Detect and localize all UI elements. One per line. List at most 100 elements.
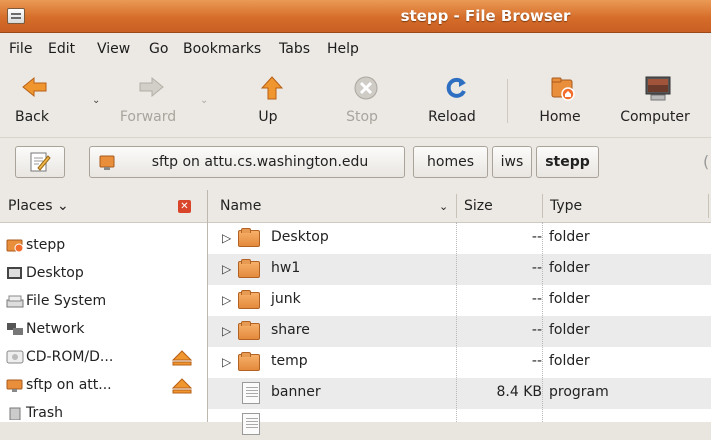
menu-bar: File Edit View Go Bookmarks Tabs Help	[0, 33, 711, 65]
up-button[interactable]: Up	[248, 75, 288, 125]
menu-go[interactable]: Go	[149, 41, 168, 57]
places-dropdown[interactable]: Places ⌄	[8, 198, 69, 214]
home-folder-icon	[551, 77, 575, 101]
expander-icon[interactable]: ▷	[222, 262, 231, 276]
document-icon	[242, 413, 260, 435]
file-name: Desktop	[271, 229, 329, 245]
sidebar-item-label: CD-ROM/D...	[26, 349, 114, 365]
file-name: hw1	[271, 260, 301, 276]
sidebar-header: Places ⌄ ✕	[0, 190, 207, 223]
breadcrumb-iws[interactable]: iws	[492, 146, 532, 178]
sidebar-item-trash[interactable]: Trash	[6, 402, 206, 426]
menu-help[interactable]: Help	[327, 41, 359, 57]
sidebar-item-label: Trash	[26, 405, 63, 421]
forward-label: Forward	[119, 109, 177, 125]
breadcrumb-homes[interactable]: homes	[413, 146, 488, 178]
up-label: Up	[258, 109, 278, 125]
file-size: --	[531, 322, 542, 338]
file-name: share	[271, 322, 310, 338]
breadcrumb-homes-label: homes	[427, 154, 474, 170]
column-header-row: Name ⌄ Size Type	[208, 190, 711, 223]
menu-bookmarks[interactable]: Bookmarks	[183, 41, 261, 57]
table-row[interactable]: ▷ temp -- folder	[208, 347, 711, 378]
computer-icon	[645, 76, 670, 101]
toggle-location-entry-button[interactable]	[15, 146, 65, 178]
sidebar-item-sftp[interactable]: sftp on att...	[6, 374, 206, 398]
expander-icon[interactable]: ▷	[222, 293, 231, 307]
window-title: stepp - File Browser	[400, 7, 571, 25]
menu-file[interactable]: File	[9, 41, 32, 57]
trash-icon	[9, 407, 21, 420]
folder-icon	[238, 321, 260, 340]
file-type: folder	[549, 260, 590, 276]
breadcrumb-root-label: sftp on attu.cs.washington.edu	[151, 154, 369, 170]
sidebar-item-stepp[interactable]: stepp	[6, 234, 206, 258]
sort-chevron-icon: ⌄	[439, 200, 449, 213]
stop-label: Stop	[346, 109, 378, 125]
menu-view[interactable]: View	[97, 41, 130, 57]
stop-button[interactable]: Stop	[342, 75, 382, 125]
column-guide	[456, 222, 457, 422]
sidebar: Places ⌄ ✕ stepp Desktop File System Net…	[0, 190, 208, 422]
close-sidebar-icon[interactable]: ✕	[178, 200, 191, 213]
chevron-down-icon: ⌄	[56, 198, 69, 214]
table-row[interactable]	[208, 409, 711, 440]
reload-label: Reload	[428, 109, 476, 125]
column-divider	[542, 194, 543, 218]
file-name: banner	[271, 384, 321, 400]
reload-icon	[446, 77, 466, 98]
sidebar-item-network[interactable]: Network	[6, 318, 206, 342]
file-size: --	[531, 291, 542, 307]
forward-arrow-icon	[139, 76, 164, 98]
column-type[interactable]: Type	[550, 198, 582, 214]
table-row[interactable]: ▷ hw1 -- folder	[208, 254, 711, 285]
forward-history-dropdown[interactable]: ⌄	[200, 95, 208, 106]
folder-icon	[238, 352, 260, 371]
table-row[interactable]: ▷ junk -- folder	[208, 285, 711, 316]
back-arrow-icon	[22, 76, 47, 98]
expander-icon[interactable]: ▷	[222, 231, 231, 245]
file-size: --	[531, 229, 542, 245]
file-name: temp	[271, 353, 308, 369]
home-button[interactable]: Home	[539, 75, 581, 125]
sidebar-item-label: sftp on att...	[26, 377, 112, 393]
eject-icon[interactable]	[171, 349, 193, 367]
column-divider	[456, 194, 457, 218]
expander-icon[interactable]: ▷	[222, 324, 231, 338]
column-guide	[542, 222, 543, 422]
forward-button[interactable]: Forward	[120, 75, 176, 125]
breadcrumb-root[interactable]: sftp on attu.cs.washington.edu	[89, 146, 405, 178]
document-icon	[242, 382, 260, 404]
menu-tabs[interactable]: Tabs	[279, 41, 310, 57]
location-bar: sftp on attu.cs.washington.edu homes iws…	[0, 138, 711, 190]
back-history-dropdown[interactable]: ⌄	[92, 95, 100, 106]
breadcrumb-stepp[interactable]: stepp	[536, 146, 599, 178]
zoom-icon[interactable]: (	[703, 152, 709, 171]
sidebar-item-file-system[interactable]: File System	[6, 290, 206, 314]
expander-icon[interactable]: ▷	[222, 355, 231, 369]
folder-icon	[238, 290, 260, 309]
sidebar-item-desktop[interactable]: Desktop	[6, 262, 206, 286]
reload-button[interactable]: Reload	[428, 75, 476, 125]
folder-icon	[238, 259, 260, 278]
computer-label: Computer	[620, 109, 690, 125]
table-row[interactable]: ▷ share -- folder	[208, 316, 711, 347]
back-button[interactable]: Back	[12, 75, 52, 125]
back-label: Back	[15, 109, 49, 125]
computer-button[interactable]: Computer	[620, 75, 690, 125]
eject-icon[interactable]	[171, 377, 193, 395]
sidebar-item-label: stepp	[26, 237, 66, 253]
desktop-icon	[7, 267, 22, 279]
column-name[interactable]: Name	[220, 198, 261, 214]
sidebar-item-label: Network	[26, 321, 85, 337]
table-row[interactable]: banner 8.4 KB program	[208, 378, 711, 409]
cdrom-icon	[6, 350, 24, 364]
column-size[interactable]: Size	[464, 198, 493, 214]
network-folder-icon	[99, 155, 115, 170]
menu-edit[interactable]: Edit	[48, 41, 75, 57]
table-row[interactable]: ▷ Desktop -- folder	[208, 223, 711, 254]
sidebar-item-label: Desktop	[26, 265, 84, 281]
sidebar-item-cdrom[interactable]: CD-ROM/D...	[6, 346, 206, 370]
toolbar: Back ⌄ Forward ⌄ Up Stop Reload Home Com…	[0, 65, 711, 138]
breadcrumb-iws-label: iws	[500, 154, 524, 170]
